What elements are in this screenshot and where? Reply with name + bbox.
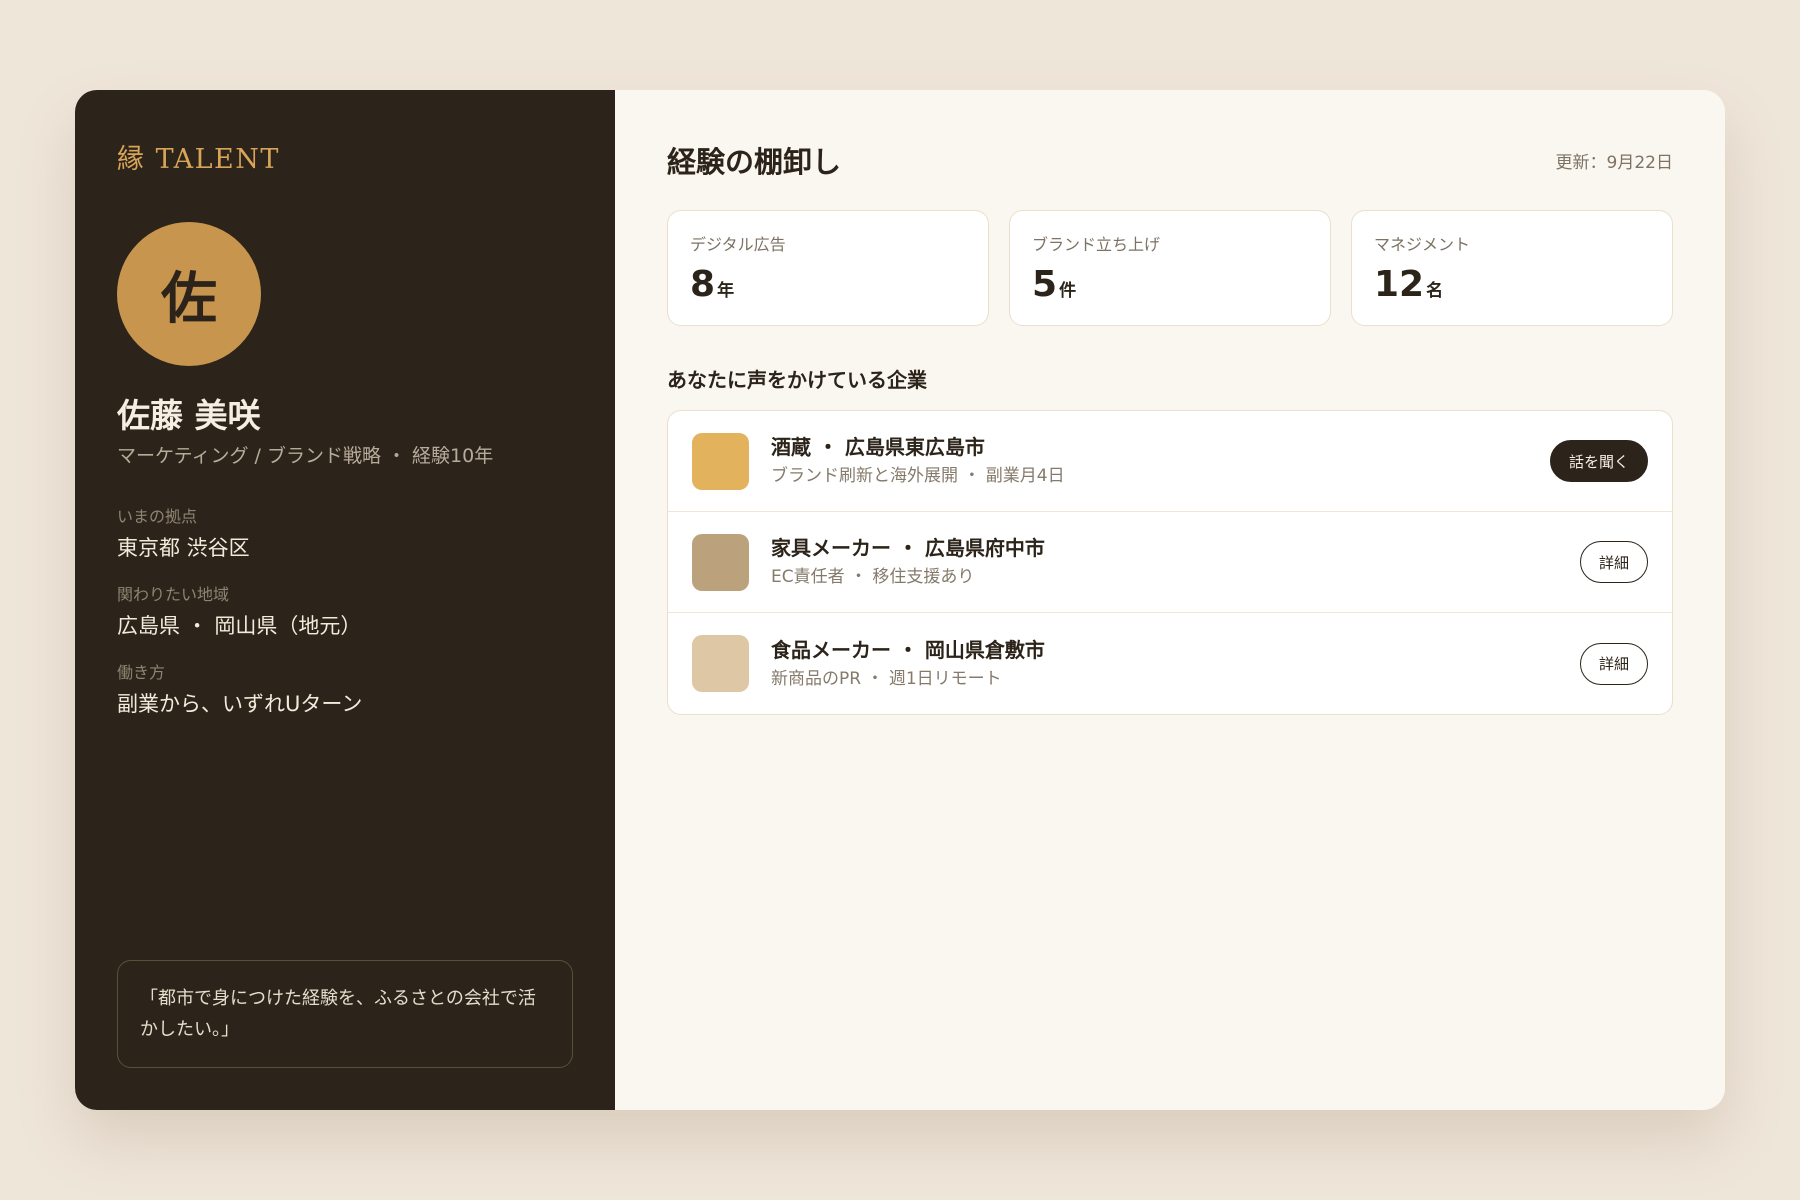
stat-number: 5 xyxy=(1032,264,1058,305)
main-header: 経験の棚卸し 更新：9月22日 xyxy=(667,138,1673,182)
stat-value: 5 件 xyxy=(1032,265,1308,305)
main-content: 経験の棚卸し 更新：9月22日 デジタル広告 8 年 ブランド立ち上げ 5 件 … xyxy=(615,90,1725,1110)
stat-card-digital-ads: デジタル広告 8 年 xyxy=(667,210,989,326)
company-description: EC責任者 ・ 移住支援あり xyxy=(771,567,975,587)
current-location-value: 東京都 渋谷区 xyxy=(117,536,250,560)
avatar: 佐 xyxy=(117,222,261,366)
avatar-initial: 佐 xyxy=(161,266,217,332)
company-logo-swatch xyxy=(692,432,749,490)
stat-card-brand-launch: ブランド立ち上げ 5 件 xyxy=(1009,210,1331,326)
profile-quote: 「都市で身につけた経験を、ふるさとの会社で活かしたい。」 xyxy=(117,960,573,1068)
stat-value: 8 年 xyxy=(690,265,966,305)
details-button[interactable]: 詳細 xyxy=(1579,541,1648,583)
profile-card: 縁 TALENT 佐 佐藤 美咲 マーケティング / ブランド戦略 ・ 経験10… xyxy=(75,90,1725,1110)
company-item-food-maker: 食品メーカー ・ 岡山県倉敷市 新商品のPR ・ 週1日リモート 詳細 xyxy=(668,613,1672,714)
stat-card-management: マネジメント 12 名 xyxy=(1351,210,1673,326)
profile-role: マーケティング / ブランド戦略 ・ 経験10年 xyxy=(117,445,494,467)
company-logo-swatch xyxy=(692,635,749,692)
company-name: 食品メーカー ・ 岡山県倉敷市 xyxy=(771,637,1045,662)
company-info: 酒蔵 ・ 広島県東広島市 ブランド刷新と海外展開 ・ 副業月4日 xyxy=(771,433,1550,489)
stat-label: マネジメント xyxy=(1374,235,1471,254)
company-item-furniture-maker: 家具メーカー ・ 広島県府中市 EC責任者 ・ 移住支援あり 詳細 xyxy=(668,512,1672,613)
stat-label: デジタル広告 xyxy=(690,235,786,254)
stat-number: 12 xyxy=(1374,264,1425,305)
stat-unit: 件 xyxy=(1059,281,1077,301)
profile-name: 佐藤 美咲 xyxy=(117,396,261,435)
current-location-label: いまの拠点 xyxy=(117,507,198,526)
desired-region-block: 関わりたい地域 広島県 ・ 岡山県（地元） xyxy=(117,584,573,640)
stat-value: 12 名 xyxy=(1374,265,1650,305)
company-logo-swatch xyxy=(692,533,749,591)
work-style-value: 副業から、いずれUターン xyxy=(117,692,363,716)
company-description: 新商品のPR ・ 週1日リモート xyxy=(771,668,1002,689)
stat-label: ブランド立ち上げ xyxy=(1032,235,1161,254)
company-info: 食品メーカー ・ 岡山県倉敷市 新商品のPR ・ 週1日リモート xyxy=(771,636,1580,692)
work-style-label: 働き方 xyxy=(117,663,166,682)
hear-more-button[interactable]: 話を聞く xyxy=(1549,440,1648,482)
page-title: 経験の棚卸し xyxy=(667,145,842,179)
current-location-block: いまの拠点 東京都 渋谷区 xyxy=(117,506,573,562)
desired-region-value: 広島県 ・ 岡山県（地元） xyxy=(117,614,362,638)
company-item-sake-brewery: 酒蔵 ・ 広島県東広島市 ブランド刷新と海外展開 ・ 副業月4日 話を聞く xyxy=(668,411,1672,512)
work-style-block: 働き方 副業から、いずれUターン xyxy=(117,662,573,718)
stat-unit: 年 xyxy=(717,281,735,301)
stat-number: 8 xyxy=(690,264,716,305)
company-name: 酒蔵 ・ 広島県東広島市 xyxy=(771,435,985,459)
brand-logo[interactable]: 縁 TALENT xyxy=(117,140,573,180)
desired-region-label: 関わりたい地域 xyxy=(117,585,230,604)
updated-date: 更新：9月22日 xyxy=(1555,152,1673,173)
stat-unit: 名 xyxy=(1426,281,1444,301)
companies-section-title: あなたに声をかけている企業 xyxy=(667,368,927,392)
profile-sidebar: 縁 TALENT 佐 佐藤 美咲 マーケティング / ブランド戦略 ・ 経験10… xyxy=(75,90,615,1110)
experience-stats: デジタル広告 8 年 ブランド立ち上げ 5 件 マネジメント 12 名 xyxy=(667,210,1673,326)
details-button[interactable]: 詳細 xyxy=(1579,642,1648,685)
company-list: 酒蔵 ・ 広島県東広島市 ブランド刷新と海外展開 ・ 副業月4日 話を聞く 家具… xyxy=(667,410,1673,715)
company-info: 家具メーカー ・ 広島県府中市 EC責任者 ・ 移住支援あり xyxy=(771,534,1580,590)
company-description: ブランド刷新と海外展開 ・ 副業月4日 xyxy=(771,466,1065,486)
company-name: 家具メーカー ・ 広島県府中市 xyxy=(771,536,1045,560)
